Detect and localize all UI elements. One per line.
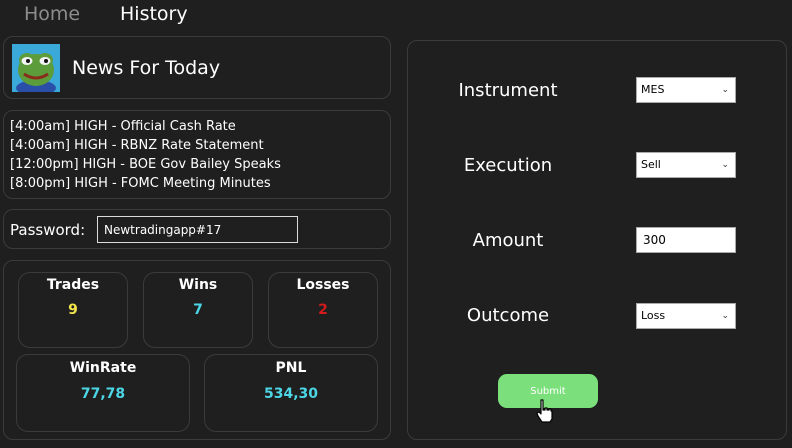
chevron-down-icon: ⌄ [721, 311, 729, 321]
execution-select[interactable]: Sell ⌄ [636, 152, 736, 178]
losses-card: Losses 2 [268, 272, 378, 348]
news-header-panel: News For Today [3, 36, 391, 99]
instrument-select-value: MES [641, 83, 665, 96]
pnl-card: PNL 534,30 [204, 354, 378, 432]
password-input[interactable] [97, 216, 298, 243]
nav-home-link[interactable]: Home [24, 3, 80, 25]
password-panel: Password: [3, 209, 391, 249]
trades-value: 9 [68, 302, 78, 318]
winrate-label: WinRate [69, 360, 137, 376]
chevron-down-icon: ⌄ [721, 160, 729, 170]
news-item: [8:00pm] HIGH - FOMC Meeting Minutes [10, 176, 271, 191]
pepe-frog-avatar-icon [12, 44, 60, 96]
top-nav: Home History [0, 0, 792, 32]
news-item: [4:00am] HIGH - RBNZ Rate Statement [10, 138, 264, 153]
nav-history-link[interactable]: History [120, 3, 188, 25]
trade-form-panel: Instrument MES ⌄ Execution Sell ⌄ Amount… [407, 40, 787, 440]
winrate-card: WinRate 77,78 [16, 354, 190, 432]
stats-panel: Trades 9 Wins 7 Losses 2 WinRate 77,78 P… [3, 260, 391, 440]
losses-value: 2 [318, 302, 328, 318]
wins-value: 7 [193, 302, 203, 318]
news-item: [4:00am] HIGH - Official Cash Rate [10, 119, 236, 134]
wins-card: Wins 7 [143, 272, 253, 348]
winrate-value: 77,78 [80, 386, 126, 402]
news-item: [12:00pm] HIGH - BOE Gov Bailey Speaks [10, 157, 281, 172]
outcome-select[interactable]: Loss ⌄ [636, 303, 736, 329]
pnl-label: PNL [275, 360, 307, 376]
chevron-down-icon: ⌄ [721, 85, 729, 95]
amount-input[interactable] [636, 227, 736, 253]
instrument-label: Instrument [458, 80, 558, 101]
outcome-label: Outcome [466, 305, 550, 326]
execution-select-value: Sell [641, 158, 661, 171]
instrument-select[interactable]: MES ⌄ [636, 77, 736, 103]
news-list-panel: [4:00am] HIGH - Official Cash Rate [4:00… [3, 110, 391, 199]
execution-label: Execution [463, 155, 553, 176]
outcome-select-value: Loss [641, 309, 666, 322]
wins-label: Wins [178, 277, 218, 293]
losses-label: Losses [296, 277, 350, 293]
news-title: News For Today [72, 57, 221, 79]
trades-label: Trades [46, 277, 100, 293]
trades-card: Trades 9 [18, 272, 128, 348]
password-label: Password: [10, 221, 86, 239]
hand-pointer-cursor-icon [535, 399, 555, 423]
amount-label: Amount [472, 230, 544, 251]
pnl-value: 534,30 [263, 386, 319, 402]
